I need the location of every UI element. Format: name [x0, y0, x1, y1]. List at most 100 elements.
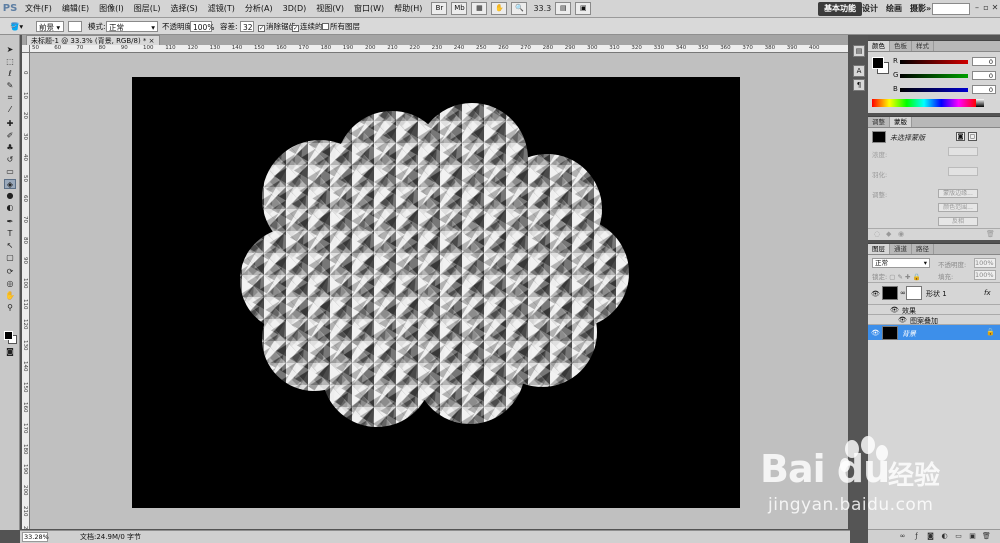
antialias-checkbox[interactable]: ✓ 消除锯齿: [258, 21, 296, 32]
dodge-tool-icon[interactable]: ◐: [4, 203, 16, 213]
vertical-ruler[interactable]: 0 10 20 30 40 50 60 70 80 90 100 110 120 130 140 150 160…: [22, 53, 30, 529]
green-channel-slider[interactable]: [900, 74, 968, 78]
ruler-origin[interactable]: [22, 45, 30, 53]
disable-mask-icon[interactable]: ◉: [898, 230, 904, 238]
horizontal-ruler[interactable]: 50 60 70 80 90 100 110 120 130 140 150 160 170 180 190…: [30, 45, 848, 53]
menu-window[interactable]: 窗口(W): [349, 3, 389, 14]
black-white-ramp[interactable]: [976, 99, 984, 107]
quick-select-tool-icon[interactable]: ✎: [4, 81, 16, 91]
mask-edge-button[interactable]: 蒙版边缘...: [938, 189, 978, 198]
apply-mask-icon[interactable]: ◆: [886, 230, 891, 238]
pattern-picker[interactable]: [68, 21, 82, 32]
density-field[interactable]: [948, 147, 978, 156]
crop-tool-icon[interactable]: ⌗: [4, 93, 16, 103]
search-input[interactable]: [932, 3, 970, 15]
menu-3d[interactable]: 3D(D): [278, 4, 312, 13]
menu-image[interactable]: 图像(I): [94, 3, 129, 14]
foreground-color-swatch[interactable]: [4, 331, 13, 340]
delete-mask-icon[interactable]: 🗑: [986, 230, 995, 238]
tab-masks[interactable]: 蒙版: [890, 117, 912, 127]
minimize-icon[interactable]: –: [973, 3, 981, 13]
shape-tool-icon[interactable]: ▢: [4, 253, 16, 263]
zoom-field[interactable]: 33.28%: [22, 532, 49, 542]
menu-layer[interactable]: 图层(L): [129, 3, 166, 14]
tab-swatches[interactable]: 色板: [890, 41, 912, 51]
screen-mode-icon[interactable]: ▣: [575, 2, 592, 15]
color-spectrum-ramp[interactable]: [872, 99, 976, 107]
clone-stamp-tool-icon[interactable]: ♣: [4, 143, 16, 153]
hand-tool-icon[interactable]: ✋: [491, 2, 508, 15]
link-icon[interactable]: ∞: [900, 289, 906, 297]
layer-row-shape[interactable]: 👁 ∞ 形状 1 fx: [868, 282, 1000, 304]
new-group-icon[interactable]: ▭: [954, 532, 963, 541]
mode-select[interactable]: 正常 ▾: [106, 21, 158, 32]
fill-input[interactable]: 100%: [974, 270, 996, 280]
close-icon[interactable]: ✕: [991, 3, 999, 13]
blue-channel-slider[interactable]: [900, 88, 968, 92]
marquee-tool-icon[interactable]: ⬚: [4, 57, 16, 67]
color-range-button[interactable]: 颜色范围...: [938, 203, 978, 212]
lock-controls[interactable]: 锁定: ▢ ✎ ✚ 🔒: [872, 271, 921, 281]
menu-edit[interactable]: 编辑(E): [57, 3, 94, 14]
zoom-tool-icon[interactable]: ⚲: [4, 303, 16, 313]
blur-tool-icon[interactable]: ●: [4, 191, 16, 201]
history-panel-icon[interactable]: ▤: [853, 45, 865, 57]
quick-mask-icon[interactable]: ◙: [4, 347, 16, 357]
pixel-mask-icon[interactable]: ◙: [956, 132, 965, 141]
document-tab[interactable]: 未标题-1 @ 33.3% (背景, RGB/8) * ×: [26, 35, 160, 45]
layer-row-background[interactable]: 👁 背景 🔒: [868, 324, 1000, 340]
add-mask-icon[interactable]: ◙: [926, 532, 935, 541]
feather-field[interactable]: [948, 167, 978, 176]
healing-brush-tool-icon[interactable]: ✚: [4, 119, 16, 129]
3d-orbit-tool-icon[interactable]: ◎: [4, 279, 16, 289]
eye-icon[interactable]: 👁: [871, 329, 880, 337]
pattern-overlay-row[interactable]: 👁 图案叠加: [868, 314, 1000, 325]
fx-icon[interactable]: fx: [984, 289, 991, 297]
link-layers-icon[interactable]: ∞: [898, 532, 907, 541]
eye-icon[interactable]: 👁: [871, 290, 880, 298]
menu-analysis[interactable]: 分析(A): [240, 3, 278, 14]
tab-adjustments[interactable]: 调整: [868, 117, 890, 127]
red-channel-slider[interactable]: [900, 60, 968, 64]
bridge-icon[interactable]: Br: [431, 2, 448, 15]
menu-select[interactable]: 选择(S): [165, 3, 202, 14]
vector-mask-icon[interactable]: ▢: [968, 132, 977, 141]
layer-effects-row[interactable]: 👁 效果: [868, 304, 1000, 315]
blue-channel-input[interactable]: 0: [972, 85, 996, 94]
hand-tool-icon[interactable]: ✋: [4, 291, 16, 301]
character-panel-icon[interactable]: A: [853, 65, 865, 77]
history-brush-tool-icon[interactable]: ↺: [4, 155, 16, 165]
delete-layer-icon[interactable]: 🗑: [982, 532, 991, 541]
eye-icon[interactable]: 👁: [890, 306, 899, 314]
red-channel-input[interactable]: 0: [972, 57, 996, 66]
move-tool-icon[interactable]: ➤: [4, 45, 16, 55]
close-icon[interactable]: ×: [149, 37, 155, 45]
document-canvas[interactable]: [132, 77, 740, 508]
document-size-info[interactable]: 文档:24.9M/0 字节: [80, 531, 141, 543]
pen-tool-icon[interactable]: ✒: [4, 217, 16, 227]
brush-tool-icon[interactable]: ✐: [4, 131, 16, 141]
new-layer-icon[interactable]: ▣: [968, 532, 977, 541]
invert-button[interactable]: 反相: [938, 217, 978, 226]
blend-mode-select[interactable]: 正常 ▾: [872, 258, 930, 268]
eraser-tool-icon[interactable]: ▭: [4, 167, 16, 177]
type-tool-icon[interactable]: T: [4, 229, 16, 239]
menu-help[interactable]: 帮助(H): [389, 3, 427, 14]
zoom-tool-icon[interactable]: 🔍: [511, 2, 528, 15]
tab-styles[interactable]: 样式: [912, 41, 934, 51]
fill-source-select[interactable]: 前景 ▾: [36, 21, 64, 32]
green-channel-input[interactable]: 0: [972, 71, 996, 80]
paint-bucket-tool-icon[interactable]: ◈: [4, 179, 16, 189]
load-selection-icon[interactable]: ◌: [874, 230, 880, 238]
menu-file[interactable]: 文件(F): [20, 3, 57, 14]
paragraph-panel-icon[interactable]: ¶: [853, 79, 865, 91]
all-layers-checkbox[interactable]: 所有图层: [322, 21, 360, 32]
view-extras-icon[interactable]: ▦: [471, 2, 488, 15]
tab-color[interactable]: 颜色: [868, 41, 890, 51]
contiguous-checkbox[interactable]: ✓ 连续的: [292, 21, 323, 32]
eyedropper-tool-icon[interactable]: ⁄: [4, 105, 16, 115]
restore-icon[interactable]: ▫: [982, 3, 990, 13]
menu-filter[interactable]: 滤镜(T): [203, 3, 240, 14]
tab-channels[interactable]: 通道: [890, 244, 912, 254]
zoom-level[interactable]: 33.3: [533, 4, 551, 13]
